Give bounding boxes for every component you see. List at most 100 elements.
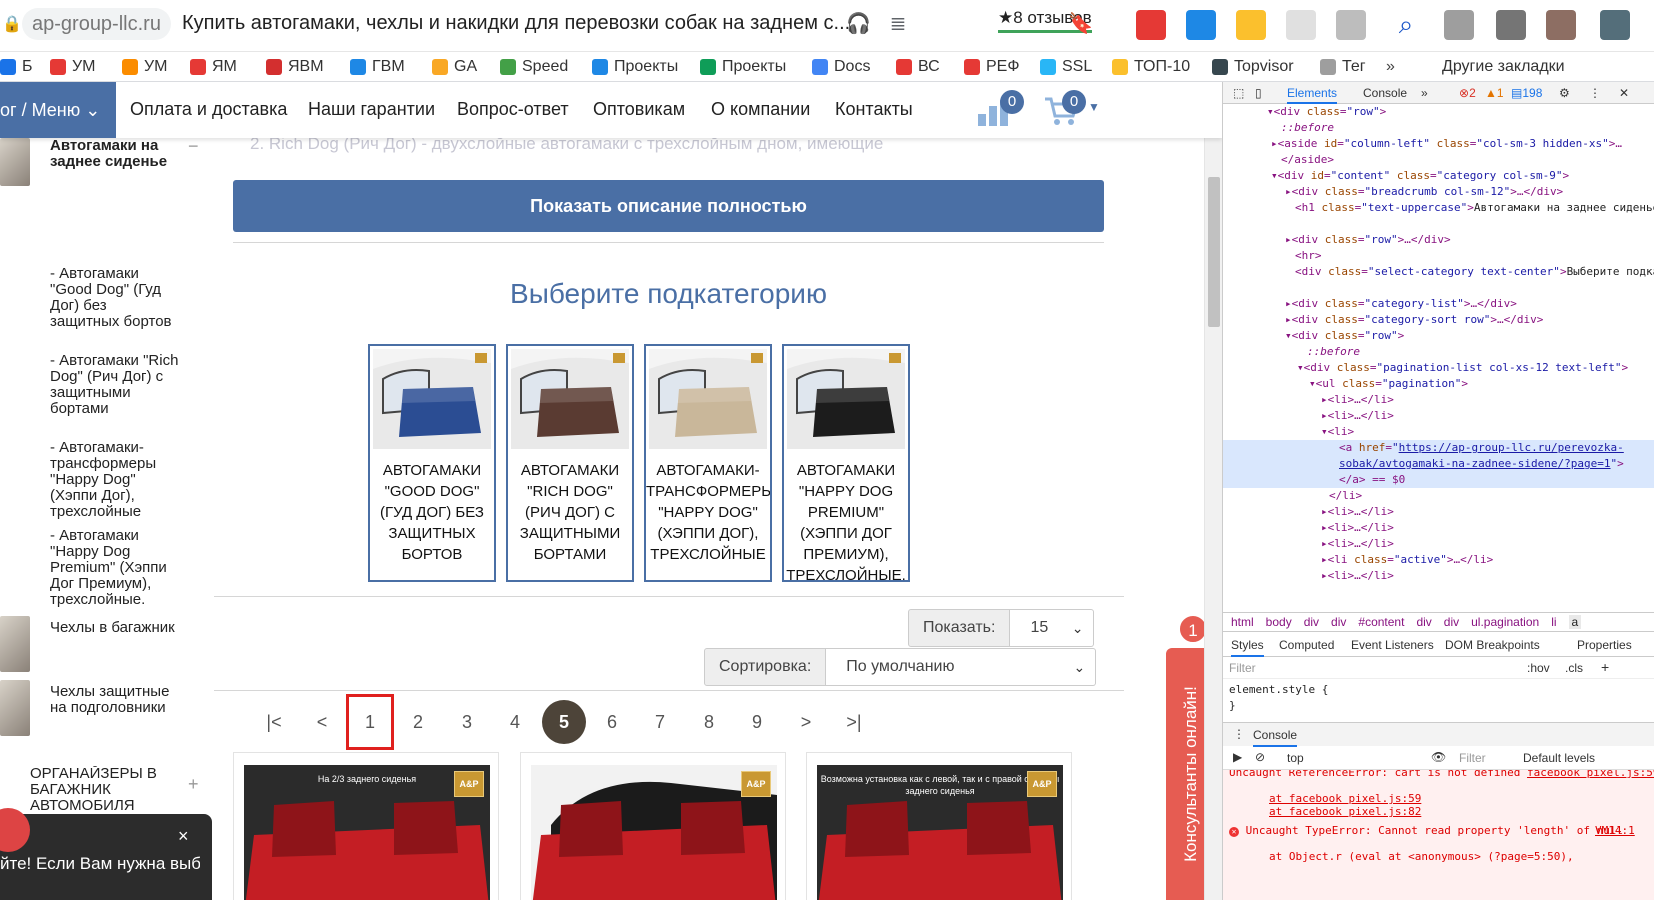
styles-tab[interactable]: Properties: [1577, 638, 1632, 652]
pagination-item[interactable]: >|: [832, 700, 876, 744]
sort-select[interactable]: По умолчанию ⌄: [826, 648, 1097, 686]
dom-breadcrumb-item[interactable]: html: [1231, 615, 1254, 629]
dom-node[interactable]: ▾<li>: [1223, 424, 1654, 440]
log-source[interactable]: facebook pixel.js:59: [1527, 770, 1654, 779]
device-toolbar-icon[interactable]: ▯: [1255, 86, 1262, 100]
headphones-icon[interactable]: 🎧: [846, 12, 871, 36]
extension-icon-3[interactable]: [1236, 10, 1266, 40]
bookmark-item[interactable]: ТОП-10: [1112, 56, 1190, 78]
context-select[interactable]: top: [1287, 751, 1304, 765]
close-icon[interactable]: ✕: [1619, 86, 1629, 100]
reader-mode-icon[interactable]: ≣: [886, 12, 910, 36]
bookmark-item[interactable]: РЕФ: [964, 56, 1020, 78]
pagination-item[interactable]: 8: [687, 700, 731, 744]
bookmark-item[interactable]: GA: [432, 56, 477, 78]
pagination-item[interactable]: <: [300, 700, 344, 744]
expand-icon[interactable]: +: [188, 774, 199, 795]
caret-down-icon[interactable]: ▼: [1088, 100, 1100, 114]
dom-breadcrumb-item[interactable]: a: [1568, 615, 1582, 629]
bookmark-item[interactable]: ЯМ: [190, 56, 237, 78]
extension-icon-9[interactable]: [1600, 10, 1630, 40]
bookmark-item[interactable]: Проекты: [592, 56, 678, 78]
dom-node[interactable]: ▸<aside id="column-left" class="col-sm-3…: [1223, 136, 1654, 152]
extension-icon-4[interactable]: [1286, 10, 1316, 40]
pagination-item[interactable]: |<: [252, 700, 296, 744]
drawer-menu-icon[interactable]: ⋮: [1233, 727, 1245, 741]
dom-node[interactable]: ▾<ul class="pagination">: [1223, 376, 1654, 392]
product-card[interactable]: A&P: [520, 752, 786, 900]
dom-node-selected[interactable]: <a href="https://ap-group-llc.ru/perevoz…: [1223, 440, 1654, 488]
bookmark-item[interactable]: ЯВМ: [266, 56, 324, 78]
dom-node[interactable]: ::before: [1223, 344, 1654, 360]
dom-breadcrumb-item[interactable]: #content: [1358, 615, 1404, 629]
bookmark-item[interactable]: Проекты: [700, 56, 786, 78]
dom-node[interactable]: ▾<div class="pagination-list col-xs-12 t…: [1223, 360, 1654, 376]
kebab-menu-icon[interactable]: ⋮: [1589, 86, 1601, 100]
dom-node[interactable]: ▸<li>…</li>: [1223, 536, 1654, 552]
dom-node[interactable]: ▾<div class="row">: [1223, 104, 1654, 120]
pagination-item[interactable]: 5: [542, 700, 586, 744]
subcategory-card[interactable]: Автогамаки "Happy Dog Premium" (Хэппи До…: [782, 344, 910, 582]
lock-icon[interactable]: 🔒: [2, 14, 22, 33]
pagination-item[interactable]: 1: [346, 694, 394, 750]
message-count[interactable]: ▤198: [1511, 86, 1542, 100]
pagination-item[interactable]: 2: [396, 700, 440, 744]
sidebar-item[interactable]: Чехлы защитные на подголовники: [50, 684, 180, 716]
url-field[interactable]: ap-group-llc.ru: [22, 8, 171, 40]
dom-node[interactable]: <hr>: [1223, 248, 1654, 264]
nav-link[interactable]: Контакты: [835, 99, 913, 120]
inspect-icon[interactable]: ⬚: [1233, 86, 1244, 100]
extension-icon-1[interactable]: [1136, 10, 1166, 40]
class-toggle[interactable]: .cls: [1565, 661, 1583, 675]
search-icon[interactable]: ⌕: [1394, 11, 1418, 37]
dom-node[interactable]: ▾<div id="content" class="category col-s…: [1223, 168, 1654, 184]
subcategory-card[interactable]: Автогамаки "Good Dog" (Гуд Дог) без защи…: [368, 344, 496, 582]
more-bookmarks-icon[interactable]: »: [1386, 56, 1395, 78]
dom-node[interactable]: <h1 class="text-uppercase">Автогамаки на…: [1223, 200, 1654, 216]
dom-breadcrumb-item[interactable]: div: [1416, 615, 1431, 629]
pagination-item[interactable]: 6: [590, 700, 634, 744]
eye-icon[interactable]: 👁: [1431, 750, 1446, 764]
dom-node[interactable]: ▸<div class="category-list">…</div>: [1223, 296, 1654, 312]
nav-link[interactable]: Вопрос-ответ: [457, 99, 569, 120]
pagination-item[interactable]: 4: [493, 700, 537, 744]
dom-node[interactable]: ▸<li>…</li>: [1223, 520, 1654, 536]
sidebar-subitem[interactable]: - Автогамаки "Rich Dog" (Рич Дог) с защи…: [50, 353, 180, 417]
bookmark-item[interactable]: Б: [0, 56, 33, 78]
console-source-link[interactable]: VM14:1: [1595, 824, 1635, 837]
collapse-icon[interactable]: −: [188, 136, 199, 157]
catalog-menu-button[interactable]: ог / Меню ⌄: [0, 82, 116, 138]
dom-node[interactable]: <div class="select-category text-center"…: [1223, 264, 1654, 280]
bookmark-item[interactable]: ВС: [896, 56, 940, 78]
add-rule-icon[interactable]: +: [1601, 659, 1609, 675]
subcategory-card[interactable]: Автогамаки-трансформеры "Happy Dog" (Хэп…: [644, 344, 772, 582]
styles-tab[interactable]: Computed: [1279, 638, 1334, 652]
subcategory-card[interactable]: Автогамаки "Rich Dog" (Рич Дог) с защитн…: [506, 344, 634, 582]
dom-breadcrumb-item[interactable]: div: [1444, 615, 1459, 629]
extension-icon-7[interactable]: [1496, 10, 1526, 40]
element-style-rule[interactable]: element.style { }: [1229, 682, 1328, 714]
bookmark-item[interactable]: Docs: [812, 56, 870, 78]
styles-tab[interactable]: Event Listeners: [1351, 638, 1434, 652]
dom-node[interactable]: ▸<li>…</li>: [1223, 408, 1654, 424]
pagination-item[interactable]: 9: [735, 700, 779, 744]
sidebar-toggle-icon[interactable]: ▶: [1233, 750, 1242, 764]
dom-node[interactable]: ▸<li>…</li>: [1223, 568, 1654, 584]
hover-state-toggle[interactable]: :hov: [1527, 661, 1550, 675]
settings-gear-icon[interactable]: ⚙: [1559, 86, 1570, 100]
extension-icon-6[interactable]: [1444, 10, 1474, 40]
chat-popup[interactable]: × йте! Если Вам нужна выбором или: [0, 808, 212, 900]
product-card[interactable]: Возможна установка как с левой, так и с …: [806, 752, 1072, 900]
nav-link[interactable]: Оплата и доставка: [130, 99, 287, 120]
dom-node[interactable]: </aside>: [1223, 152, 1654, 168]
log-source[interactable]: at facebook pixel.js:82: [1269, 805, 1421, 818]
scrollbar-thumb[interactable]: [1208, 177, 1220, 327]
bookmark-item[interactable]: Topvisor: [1212, 56, 1294, 78]
styles-tab[interactable]: DOM Breakpoints: [1445, 638, 1540, 652]
more-tabs-icon[interactable]: »: [1421, 86, 1428, 100]
page-scrollbar[interactable]: [1204, 82, 1222, 900]
dom-breadcrumb-item[interactable]: li: [1551, 615, 1556, 629]
dom-node[interactable]: </li>: [1223, 488, 1654, 504]
tab-console[interactable]: Console: [1363, 86, 1407, 100]
styles-filter-input[interactable]: Filter: [1229, 661, 1256, 675]
